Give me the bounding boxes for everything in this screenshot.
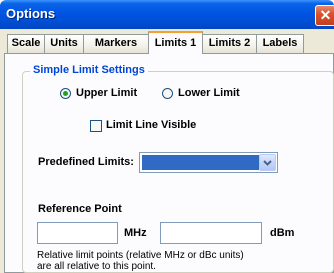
tab-limits-2[interactable]: Limits 2 [202, 34, 257, 53]
title-bar[interactable]: Options ✕ [0, 0, 334, 29]
lower-limit-radio[interactable] [162, 88, 173, 99]
reference-note-line-2: are all relative to this point. [37, 261, 156, 272]
tab-labels[interactable]: Labels [256, 34, 304, 53]
reference-note-line-1: Relative limit points (relative MHz or d… [37, 250, 244, 261]
tab-units[interactable]: Units [44, 34, 84, 53]
tab-scale[interactable]: Scale [7, 34, 45, 53]
limit-line-visible-label[interactable]: Limit Line Visible [106, 119, 196, 131]
dropdown-arrow-button[interactable] [259, 154, 276, 171]
reference-frequency-input[interactable] [37, 222, 118, 244]
tab-markers[interactable]: Markers [83, 34, 149, 53]
dropdown-selection [142, 155, 259, 170]
options-dialog: Options ✕ Scale Units Markers Limits 1 L… [0, 0, 334, 273]
limit-line-visible-checkbox[interactable] [90, 120, 102, 132]
reference-level-input[interactable] [160, 222, 262, 244]
upper-limit-label[interactable]: Upper Limit [76, 87, 137, 99]
radio-selected-dot [63, 91, 68, 96]
group-title: Simple Limit Settings [30, 64, 148, 76]
upper-limit-radio[interactable] [60, 88, 71, 99]
close-icon: ✕ [319, 7, 332, 23]
dbm-unit-label: dBm [270, 227, 295, 239]
mhz-unit-label: MHz [124, 227, 147, 239]
tab-limits-1[interactable]: Limits 1 [148, 31, 203, 54]
window-title: Options [6, 6, 56, 21]
reference-point-label: Reference Point [38, 203, 122, 215]
predefined-limits-dropdown[interactable] [139, 152, 278, 173]
lower-limit-label[interactable]: Lower Limit [178, 87, 240, 99]
chevron-down-icon [263, 160, 272, 166]
close-button[interactable]: ✕ [315, 5, 334, 26]
predefined-limits-label: Predefined Limits: [38, 156, 134, 168]
